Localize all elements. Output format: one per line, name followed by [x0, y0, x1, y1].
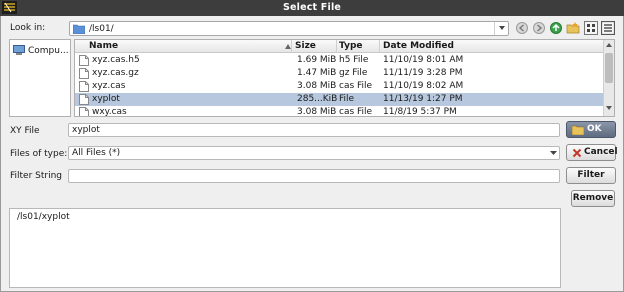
column-header-size[interactable]: Size [295, 41, 316, 53]
cancel-button-label: Cancel [584, 147, 618, 157]
ok-folder-icon [572, 125, 584, 135]
ok-button-label: OK [587, 124, 602, 134]
file-name: wxy.cas [92, 107, 127, 117]
chevron-down-icon [499, 26, 505, 30]
filter-string-label: Filter String [10, 171, 63, 181]
places-item-computer[interactable]: Compu... [13, 45, 71, 57]
back-icon[interactable] [515, 21, 529, 35]
column-header-type[interactable]: Type [339, 41, 362, 53]
selection-preview[interactable]: /ls01/xyplot [9, 208, 561, 288]
places-panel: Compu... [9, 39, 71, 117]
file-icon [79, 55, 89, 66]
xy-file-label: XY File [10, 126, 40, 136]
look-in-label: Look in: [10, 23, 46, 33]
file-modified: 11/11/19 3:28 PM [383, 68, 463, 78]
files-of-type-value: All Files (*) [72, 148, 121, 158]
file-icon [79, 81, 89, 92]
file-size: 285...KiB [297, 94, 338, 104]
chevron-down-icon[interactable] [550, 151, 557, 155]
file-type: cas File [339, 107, 373, 117]
file-modified: 11/10/19 8:01 AM [383, 55, 464, 65]
file-icon [79, 107, 89, 116]
column-header-date[interactable]: Date Modified [383, 41, 454, 53]
file-type: h5 File [339, 55, 369, 65]
file-modified: 11/8/19 5:37 PM [383, 107, 457, 117]
file-list[interactable]: Name Size Type Date Modified xyz.cas.h5 … [74, 39, 615, 117]
file-row[interactable]: xyz.cas.h5 1.69 MiB h5 File 11/10/19 8:0… [75, 54, 603, 67]
window-title: Select File [282, 2, 342, 13]
file-row[interactable]: xyz.cas.gz 1.47 MiB gz File 11/11/19 3:2… [75, 67, 603, 80]
places-item-label: Compu... [28, 46, 69, 56]
file-type: cas File [339, 81, 373, 91]
scroll-down-icon[interactable] [606, 106, 612, 110]
file-size: 3.08 MiB [297, 107, 337, 117]
scrollbar-thumb[interactable] [605, 53, 613, 83]
file-size: 1.47 MiB [297, 68, 337, 78]
look-in-dropdown[interactable] [494, 22, 508, 35]
files-of-type-combo[interactable]: All Files (*) [68, 146, 560, 160]
cancel-x-icon [572, 148, 582, 158]
file-list-header: Name Size Type Date Modified [75, 40, 603, 53]
file-row-selected[interactable]: xyplot 285...KiB File 11/13/19 1:27 PM [75, 93, 603, 106]
file-modified: 11/13/19 1:27 PM [383, 94, 463, 104]
file-icon [79, 94, 89, 105]
folder-icon [73, 24, 85, 34]
file-size: 3.08 MiB [297, 81, 337, 91]
file-row[interactable]: wxy.cas 3.08 MiB cas File 11/8/19 5:37 P… [75, 106, 603, 117]
filter-button-label: Filter [577, 170, 605, 180]
xy-file-input[interactable]: xyplot [68, 123, 560, 137]
file-icon [79, 68, 89, 79]
computer-icon [13, 45, 25, 55]
file-dialog: Look in: /ls01/ Compu... Name Size Type … [0, 16, 624, 292]
new-folder-icon[interactable] [566, 21, 580, 35]
cancel-button[interactable]: Cancel [566, 144, 618, 161]
file-list-scrollbar[interactable] [603, 40, 614, 116]
file-name: xyz.cas [92, 81, 126, 91]
file-name: xyplot [92, 94, 120, 104]
look-in-combo[interactable]: /ls01/ [69, 21, 509, 36]
selection-preview-text: /ls01/xyplot [17, 212, 70, 222]
file-size: 1.69 MiB [297, 55, 337, 65]
look-in-path: /ls01/ [89, 24, 114, 34]
column-header-name[interactable]: Name [89, 41, 118, 53]
remove-button-label: Remove [572, 193, 614, 203]
detail-view-icon[interactable] [601, 21, 615, 35]
file-type: gz File [339, 68, 368, 78]
file-name: xyz.cas.gz [92, 68, 139, 78]
file-row[interactable]: xyz.cas 3.08 MiB cas File 11/10/19 8:02 … [75, 80, 603, 93]
scroll-up-icon[interactable] [606, 43, 612, 47]
up-folder-icon[interactable] [549, 21, 563, 35]
files-of-type-label: Files of type: [10, 149, 68, 159]
forward-icon[interactable] [532, 21, 546, 35]
file-modified: 11/10/19 8:02 AM [383, 81, 464, 91]
filter-button[interactable]: Filter [566, 167, 616, 184]
file-name: xyz.cas.h5 [92, 55, 140, 65]
remove-button[interactable]: Remove [571, 190, 615, 207]
ok-button[interactable]: OK [566, 121, 616, 138]
file-type: File [339, 94, 355, 104]
list-view-icon[interactable] [584, 21, 598, 35]
filter-string-input[interactable] [68, 169, 560, 183]
title-bar: Select File [0, 0, 624, 16]
